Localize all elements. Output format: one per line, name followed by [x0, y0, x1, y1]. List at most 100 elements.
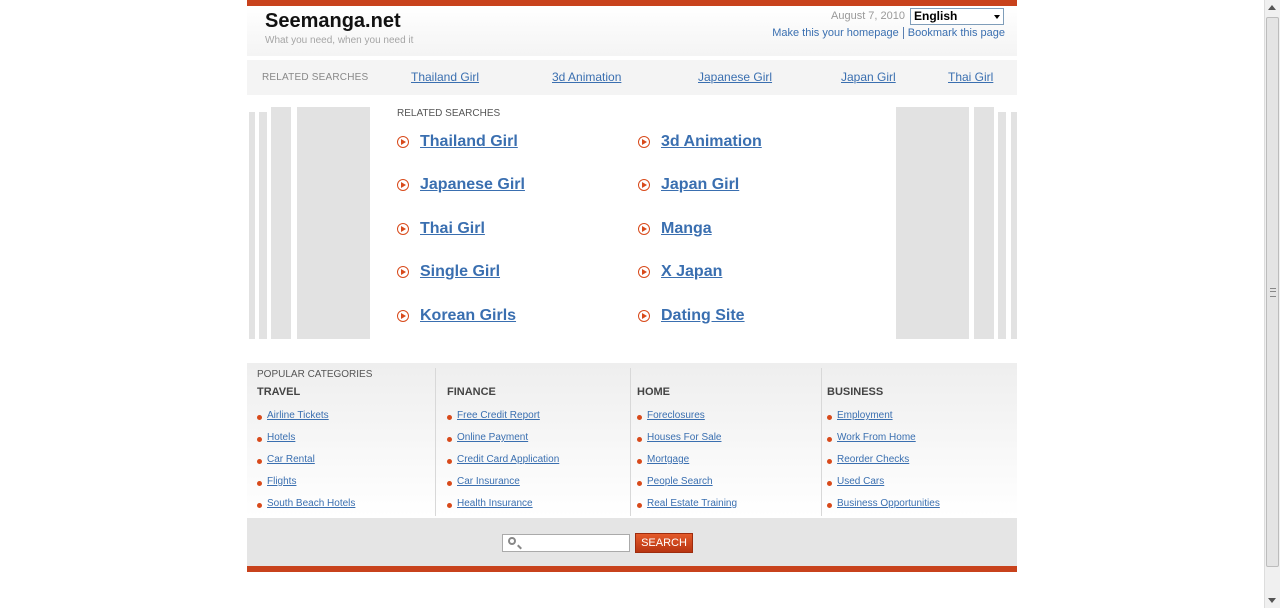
right-decorative-bars [896, 107, 1017, 339]
arrow-right-icon [397, 223, 409, 235]
bullet-icon [637, 503, 642, 508]
category-link[interactable]: Car Insurance [457, 476, 520, 487]
related-search-link[interactable]: X Japan [661, 263, 722, 281]
browser-scrollbar[interactable] [1264, 0, 1280, 608]
category-link[interactable]: Work From Home [837, 432, 916, 443]
category-link[interactable]: People Search [647, 476, 713, 487]
search-area: SEARCH [247, 518, 1017, 566]
bullet-icon [827, 459, 832, 464]
bullet-icon [637, 437, 642, 442]
category-link[interactable]: Health Insurance [457, 498, 533, 509]
arrow-right-icon [638, 266, 650, 278]
related-search-link[interactable]: Japan Girl [661, 176, 739, 194]
category-link[interactable]: Mortgage [647, 454, 689, 465]
bullet-icon [257, 481, 262, 486]
site-title: Seemanga.net [265, 10, 401, 32]
category-column-travel: TRAVEL Airline Tickets Hotels Car Rental… [247, 363, 435, 517]
header-links: Make this your homepage Bookmark this pag… [772, 27, 1005, 40]
bullet-icon [257, 437, 262, 442]
arrow-right-icon [397, 310, 409, 322]
category-link[interactable]: Flights [267, 476, 296, 487]
header: Seemanga.net What you need, when you nee… [247, 6, 1017, 56]
top-related-link[interactable]: Japanese Girl [698, 70, 772, 84]
category-link[interactable]: Employment [837, 410, 893, 421]
category-link[interactable]: Airline Tickets [267, 410, 329, 421]
top-related-link[interactable]: Thailand Girl [411, 70, 479, 84]
column-divider [821, 368, 822, 516]
link-separator [902, 27, 904, 40]
category-link[interactable]: Hotels [267, 432, 295, 443]
chevron-down-icon [994, 15, 1000, 19]
top-related-link[interactable]: 3d Animation [552, 70, 621, 84]
category-link[interactable]: Car Rental [267, 454, 315, 465]
category-heading: TRAVEL [257, 386, 301, 398]
bullet-icon [637, 459, 642, 464]
bullet-icon [827, 503, 832, 508]
category-link[interactable]: Reorder Checks [837, 454, 909, 465]
scroll-up-icon[interactable] [1268, 5, 1276, 10]
arrow-right-icon [638, 310, 650, 322]
bullet-icon [447, 415, 452, 420]
bullet-icon [257, 503, 262, 508]
category-column-finance: FINANCE Free Credit Report Online Paymen… [435, 363, 630, 517]
arrow-right-icon [638, 136, 650, 148]
page-container: Seemanga.net What you need, when you nee… [247, 0, 1017, 573]
top-related-link[interactable]: Thai Girl [948, 70, 993, 84]
category-link[interactable]: Credit Card Application [457, 454, 559, 465]
bullet-icon [257, 459, 262, 464]
column-divider [630, 368, 631, 516]
date-text: August 7, 2010 [831, 10, 906, 22]
language-select[interactable]: English [910, 8, 1004, 25]
left-decorative-bars [247, 107, 371, 339]
category-link[interactable]: Used Cars [837, 476, 884, 487]
category-heading: BUSINESS [827, 386, 884, 398]
category-link[interactable]: Online Payment [457, 432, 528, 443]
search-button[interactable]: SEARCH [635, 533, 693, 553]
category-column-home: HOME Foreclosures Houses For Sale Mortga… [630, 363, 821, 517]
category-column-business: BUSINESS Employment Work From Home Reord… [821, 363, 1017, 517]
related-search-link[interactable]: Thailand Girl [420, 133, 518, 151]
bullet-icon [447, 481, 452, 486]
category-link[interactable]: Business Opportunities [837, 498, 940, 509]
bullet-icon [827, 415, 832, 420]
related-search-link[interactable]: Manga [661, 220, 712, 238]
bullet-icon [447, 437, 452, 442]
bookmark-link[interactable]: Bookmark this page [908, 27, 1005, 39]
bullet-icon [637, 415, 642, 420]
related-search-link[interactable]: Thai Girl [420, 220, 485, 238]
make-homepage-link[interactable]: Make this your homepage [772, 27, 899, 39]
arrow-right-icon [397, 136, 409, 148]
arrow-right-icon [397, 179, 409, 191]
bullet-icon [257, 415, 262, 420]
arrow-right-icon [397, 266, 409, 278]
category-link[interactable]: Foreclosures [647, 410, 705, 421]
category-link[interactable]: South Beach Hotels [267, 498, 355, 509]
top-related-link[interactable]: Japan Girl [841, 70, 896, 84]
top-related-label: RELATED SEARCHES [262, 72, 369, 83]
bullet-icon [447, 503, 452, 508]
bottom-accent-bar [247, 566, 1017, 572]
scroll-down-icon[interactable] [1268, 598, 1276, 603]
tagline: What you need, when you need it [265, 35, 414, 46]
search-input[interactable] [502, 534, 630, 552]
related-searches-label: RELATED SEARCHES [397, 108, 501, 119]
bullet-icon [637, 481, 642, 486]
top-related-searches-bar: RELATED SEARCHES Thailand Girl 3d Animat… [247, 60, 1017, 95]
related-search-link[interactable]: Korean Girls [420, 307, 516, 325]
category-heading: FINANCE [447, 386, 496, 398]
related-search-link[interactable]: 3d Animation [661, 133, 762, 151]
language-value: English [914, 9, 958, 23]
related-search-link[interactable]: Single Girl [420, 263, 500, 281]
related-search-link[interactable]: Japanese Girl [420, 176, 525, 194]
category-link[interactable]: Real Estate Training [647, 498, 737, 509]
arrow-right-icon [638, 179, 650, 191]
category-link[interactable]: Houses For Sale [647, 432, 721, 443]
related-search-link[interactable]: Dating Site [661, 307, 745, 325]
scroll-thumb[interactable] [1266, 17, 1279, 567]
bullet-icon [827, 437, 832, 442]
column-divider [435, 368, 436, 516]
category-link[interactable]: Free Credit Report [457, 410, 540, 421]
bullet-icon [827, 481, 832, 486]
search-icon [508, 537, 516, 545]
grip-icon [1270, 288, 1276, 297]
